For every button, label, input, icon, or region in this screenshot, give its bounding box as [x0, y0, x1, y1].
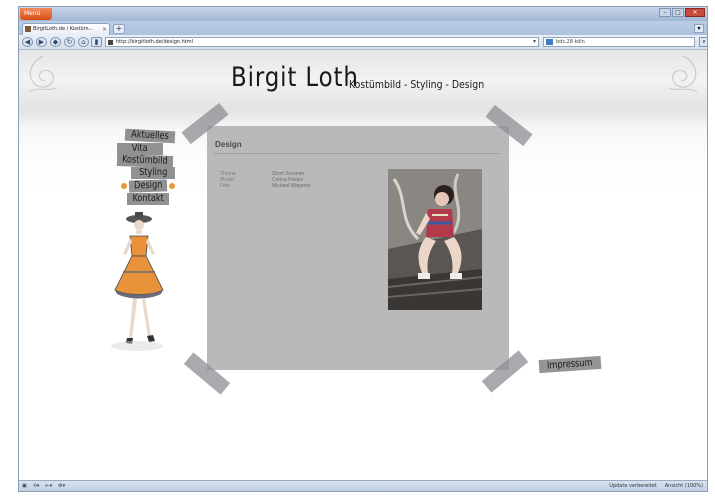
search-input[interactable]: bds.28 köln — [543, 37, 695, 47]
sync-icon[interactable]: ⟲▾ — [33, 481, 40, 491]
impressum-link[interactable]: Impressum — [538, 355, 602, 374]
content-heading: Design — [215, 140, 242, 149]
active-left-dot-icon — [121, 183, 127, 189]
navigation-bar: ◀ ▶ ◆ ↻ ⌂ ▮ http://birgitloth.de/design.… — [19, 35, 707, 50]
tab-bar: BirgitLoth.de / Kostüm... × + ▾ — [19, 21, 707, 35]
address-bar[interactable]: http://birgitloth.de/design.html ▾ — [105, 37, 539, 47]
zoom-status[interactable]: Ansicht (100%) — [665, 481, 703, 491]
web-page: Birgit Loth Kostümbild - Styling - Desig… — [19, 50, 707, 482]
home-icon[interactable]: ⌂ — [78, 37, 89, 47]
update-status[interactable]: Update verbereitet — [609, 481, 656, 491]
search-icon[interactable]: ⌕ — [699, 37, 707, 47]
browser-window: Menü – □ ✕ BirgitLoth.de / Kostüm... × +… — [18, 6, 708, 492]
window-controls: – □ ✕ — [659, 8, 705, 17]
panel-toggle-icon[interactable]: ▣ — [22, 481, 27, 491]
browser-tab[interactable]: BirgitLoth.de / Kostüm... × — [22, 23, 110, 35]
heading-divider — [214, 153, 499, 154]
tab-title: BirgitLoth.de / Kostüm... — [33, 26, 94, 32]
nav-design[interactable]: Design — [128, 179, 168, 193]
credit-label: Foto — [220, 183, 231, 189]
tab-list-button[interactable]: ▾ — [694, 24, 704, 33]
active-right-dot-icon — [169, 183, 175, 189]
credits-list: Thema Short Summer Model Corina Pesiev F… — [220, 171, 311, 189]
nav-vita[interactable]: Vita — [117, 143, 163, 155]
reload-icon[interactable]: ↻ — [64, 37, 75, 47]
back-icon[interactable]: ◀ — [22, 37, 33, 47]
fashion-photo[interactable] — [388, 169, 482, 310]
status-left-tools: ▣ ⟲▾ ⇤▾ ⚙▾ — [22, 481, 65, 491]
ornament-left-icon — [28, 55, 58, 93]
settings-icon[interactable]: ⚙▾ — [58, 481, 65, 491]
nav-aktuelles[interactable]: Aktuelles — [124, 128, 176, 144]
site-subtitle: Kostümbild - Styling - Design — [349, 78, 485, 91]
content-card: Design Thema Short Summer Model Corina P… — [207, 126, 509, 370]
title-bar: Menü – □ ✕ — [19, 7, 707, 21]
ornament-right-icon — [668, 55, 698, 93]
site-favicon-icon — [108, 40, 113, 45]
nav-kostuembild[interactable]: Kostümbild — [116, 154, 174, 168]
history-icon[interactable]: ◆ — [50, 37, 61, 47]
nav-kontakt[interactable]: Kontakt — [127, 193, 169, 205]
credit-row: Foto Michael Wagener — [220, 183, 311, 189]
tab-close-icon[interactable]: × — [102, 24, 107, 35]
credit-value: Michael Wagener — [272, 183, 311, 189]
status-right-info: Update verbereitet Ansicht (100%) — [609, 481, 703, 491]
nav-styling[interactable]: Styling — [131, 167, 175, 179]
search-text: bds.28 köln — [556, 39, 585, 45]
tab-favicon-icon — [25, 26, 31, 32]
url-text: http://birgitloth.de/design.html — [116, 39, 194, 45]
url-dropdown-icon[interactable]: ▾ — [533, 38, 536, 46]
site-title[interactable]: Birgit Loth — [231, 62, 359, 93]
forward-icon[interactable]: ▶ — [36, 37, 47, 47]
close-button[interactable]: ✕ — [685, 8, 705, 17]
search-engine-icon[interactable] — [546, 39, 553, 45]
app-menu-button[interactable]: Menü — [20, 8, 52, 20]
maximize-button[interactable]: □ — [672, 8, 684, 17]
new-tab-button[interactable]: + — [113, 24, 125, 34]
bookmark-icon[interactable]: ▮ — [91, 37, 102, 47]
fashion-illustration — [111, 212, 164, 351]
share-icon[interactable]: ⇤▾ — [45, 481, 52, 491]
minimize-button[interactable]: – — [659, 8, 671, 17]
status-bar: ▣ ⟲▾ ⇤▾ ⚙▾ Update verbereitet Ansicht (1… — [19, 480, 707, 491]
